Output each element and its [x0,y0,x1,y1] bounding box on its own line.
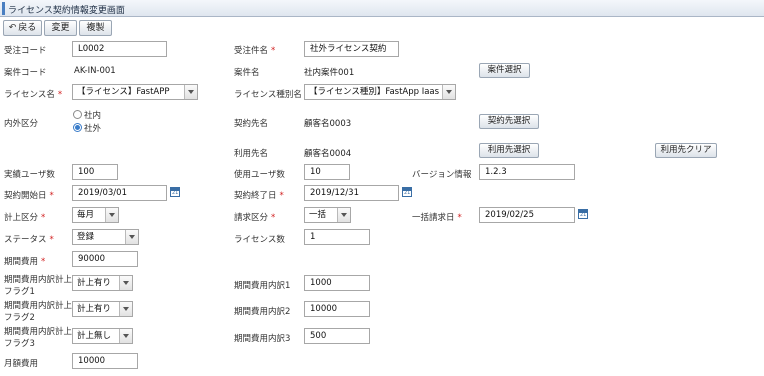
case-name-label: 案件名 [234,68,260,78]
chevron-down-icon [337,208,350,222]
billing-label: 請求区分 * [234,213,276,223]
case-code-label: 案件コード [4,68,47,78]
flag1-label-line2: フラグ1 [4,287,35,297]
user-party-clear-button[interactable]: 利用先クリア [655,143,717,158]
accounting-label: 計上区分 * [4,213,46,223]
contract-party-label: 契約先名 [234,119,269,129]
back-arrow-icon: ↶ [8,23,17,33]
monthly-cost-label: 月額費用 [4,359,39,369]
period-cost-label: 期間費用 * [4,257,46,267]
required-mark: * [271,46,276,56]
license-name-label: ライセンス名 * [4,90,63,100]
flag1-select[interactable]: 計上有り [72,275,133,291]
lump-date-label: 一括請求日 * [412,213,462,223]
calendar-icon[interactable]: 21 [578,209,588,219]
detail1-input[interactable]: 1000 [304,275,370,291]
order-name-label: 受注件名 * [234,46,276,56]
flag3-label-line2: フラグ3 [4,339,35,349]
detail1-label: 期間費用内訳1 [234,281,291,291]
flag2-label: 期間費用内訳計上 [4,301,73,311]
lump-date-input[interactable]: 2019/02/25 [479,207,575,223]
radio-external[interactable] [73,123,82,132]
order-name-input[interactable]: 社外ライセンス契約 [304,41,399,57]
title-accent [2,2,5,15]
chevron-down-icon [119,329,132,343]
license-type-select[interactable]: 【ライセンス種別】FastApp Iaas [304,84,456,100]
radio-external-label: 社外 [84,124,102,134]
used-users-label: 使用ユーザ数 [234,170,285,180]
chevron-down-icon [125,230,138,244]
chevron-down-icon [119,276,132,290]
flag3-label: 期間費用内訳計上 [4,327,73,337]
chevron-down-icon [442,85,455,99]
chevron-down-icon [119,302,132,316]
end-date-label: 契約終了日 * [234,191,284,201]
period-cost-input[interactable]: 90000 [72,251,138,267]
calendar-icon[interactable]: 21 [402,187,412,197]
start-date-input[interactable]: 2019/03/01 [72,185,167,201]
flag3-select[interactable]: 計上無し [72,328,133,344]
flag2-label-line2: フラグ2 [4,313,35,323]
radio-internal[interactable] [73,110,82,119]
order-code-label: 受注コード [4,46,47,56]
accounting-select[interactable]: 毎月 [72,207,119,223]
status-select[interactable]: 登録 [72,229,139,245]
detail2-input[interactable]: 10000 [304,301,370,317]
case-code-value: AK-IN-001 [74,66,116,76]
version-label: バージョン情報 [412,170,472,180]
back-button-label: 戻る [18,23,37,33]
actual-users-label: 実績ユーザ数 [4,170,55,180]
order-code-input[interactable]: L0002 [72,41,167,57]
used-users-input[interactable]: 10 [304,164,350,180]
flag1-label: 期間費用内訳計上 [4,275,73,285]
billing-select[interactable]: 一括 [304,207,351,223]
user-party-value: 顧客名0004 [304,149,352,159]
case-select-button[interactable]: 案件選択 [479,63,530,78]
status-label: ステータス * [4,235,54,245]
license-type-label: ライセンス種別名* [234,90,309,100]
monthly-cost-input[interactable]: 10000 [72,353,138,369]
title-bar: ライセンス契約情報変更画面 [0,0,764,17]
actual-users-input[interactable]: 100 [72,164,118,180]
user-party-select-button[interactable]: 利用先選択 [479,143,539,158]
user-party-label: 利用先名 [234,149,269,159]
radio-internal-label: 社内 [84,111,102,121]
copy-button[interactable]: 複製 [79,20,112,36]
flag2-select[interactable]: 計上有り [72,301,133,317]
change-button[interactable]: 変更 [44,20,77,36]
chevron-down-icon [105,208,118,222]
license-name-select[interactable]: 【ライセンス】FastAPP [72,84,198,100]
contract-party-select-button[interactable]: 契約先選択 [479,114,539,129]
page-title: ライセンス契約情報変更画面 [8,6,125,16]
version-input[interactable]: 1.2.3 [479,164,575,180]
detail3-label: 期間費用内訳3 [234,334,291,344]
start-date-label: 契約開始日 * [4,191,54,201]
back-button[interactable]: ↶ 戻る [3,20,42,36]
case-name-value: 社内案件001 [304,68,355,78]
calendar-icon[interactable]: 21 [170,187,180,197]
detail3-input[interactable]: 500 [304,328,370,344]
end-date-input[interactable]: 2019/12/31 [304,185,399,201]
contract-party-value: 顧客名0003 [304,119,352,129]
license-count-input[interactable]: 1 [304,229,370,245]
inout-label: 内外区分 [4,119,39,129]
license-count-label: ライセンス数 [234,235,285,245]
chevron-down-icon [184,85,197,99]
detail2-label: 期間費用内訳2 [234,307,291,317]
